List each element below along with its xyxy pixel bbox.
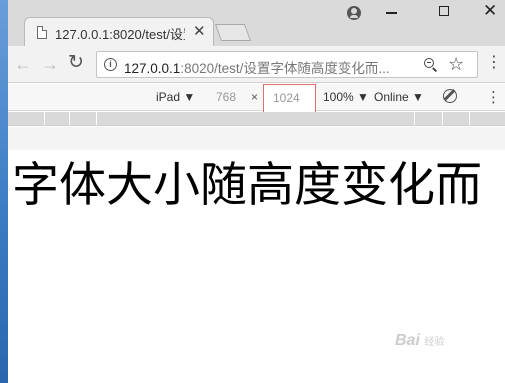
- dimension-separator: ×: [251, 90, 259, 104]
- maximize-icon[interactable]: [439, 6, 449, 16]
- more-menu-icon[interactable]: ⋮: [486, 54, 502, 72]
- zoom-select[interactable]: 100% ▼: [323, 90, 369, 104]
- rotate-icon[interactable]: [443, 89, 457, 103]
- back-icon[interactable]: ←: [14, 54, 32, 74]
- tab-title: 127.0.0.1:8020/test/设置: [55, 27, 185, 42]
- browser-toolbar: ← → ↻ i 127.0.0.1:8020/test/设置字体随高度变化而..…: [8, 46, 505, 83]
- browser-title-bar: 127.0.0.1:8020/test/设置 ✕ ✕: [8, 0, 505, 47]
- device-toolbar: iPad ▼ 768 × 1024 100% ▼ Online ▼ ⋮: [8, 84, 505, 114]
- media-query-segment[interactable]: [443, 112, 470, 125]
- media-query-segment[interactable]: [97, 112, 415, 125]
- tab-close-icon[interactable]: ✕: [193, 23, 206, 41]
- address-bar[interactable]: i 127.0.0.1:8020/test/设置字体随高度变化而... ☆: [96, 51, 478, 78]
- account-icon[interactable]: [347, 6, 361, 20]
- forward-icon[interactable]: →: [41, 54, 59, 74]
- throttle-select[interactable]: Online ▼: [374, 90, 424, 104]
- reload-icon[interactable]: ↻: [68, 53, 84, 73]
- minimize-icon[interactable]: [386, 12, 397, 14]
- width-input[interactable]: 768: [216, 90, 236, 104]
- device-menu-icon[interactable]: ⋮: [486, 88, 501, 106]
- media-query-segment[interactable]: [70, 112, 97, 125]
- ruler: [8, 127, 505, 150]
- device-select[interactable]: iPad ▼: [156, 90, 195, 104]
- media-query-bar[interactable]: [8, 112, 505, 126]
- zoom-icon[interactable]: [424, 58, 434, 68]
- watermark: Bai 经验: [395, 332, 505, 362]
- desktop-background: [0, 0, 8, 383]
- url-host: 127.0.0.1: [124, 61, 181, 75]
- media-query-segment[interactable]: [8, 112, 45, 125]
- page-icon: [37, 26, 47, 39]
- media-query-segment[interactable]: [470, 112, 505, 125]
- height-input[interactable]: 1024: [263, 84, 316, 114]
- url-path: :8020/test/设置字体随高度变化而...: [180, 61, 390, 75]
- url-text[interactable]: 127.0.0.1:8020/test/设置字体随高度变化而...: [124, 57, 412, 75]
- bookmark-star-icon[interactable]: ☆: [448, 54, 464, 75]
- window-close-icon[interactable]: ✕: [483, 1, 497, 21]
- watermark-text: Bai: [395, 332, 420, 349]
- info-icon[interactable]: i: [104, 58, 117, 71]
- page-heading: 字体大小随高度变化而: [12, 158, 482, 213]
- media-query-segment[interactable]: [415, 112, 443, 125]
- new-tab-button[interactable]: [214, 24, 252, 41]
- watermark-subtext: 经验: [424, 337, 445, 348]
- browser-tab[interactable]: 127.0.0.1:8020/test/设置 ✕: [24, 17, 214, 47]
- media-query-segment[interactable]: [45, 112, 70, 125]
